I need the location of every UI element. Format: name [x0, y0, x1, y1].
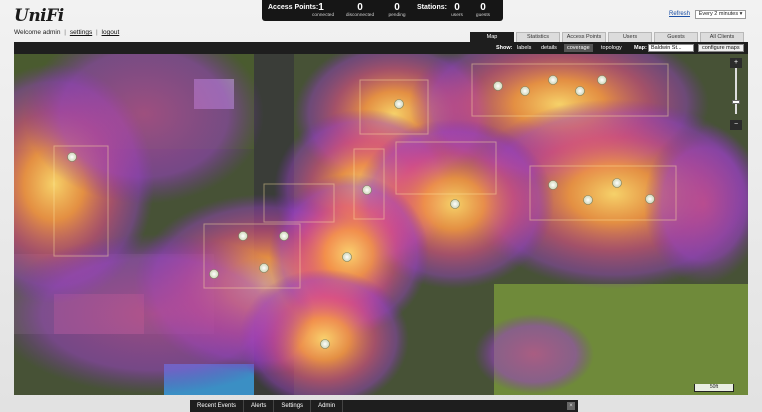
- connected-stat: 1 connected: [312, 2, 335, 19]
- users-stat: 0 users: [449, 2, 465, 19]
- guests-count: 0: [480, 2, 486, 13]
- stats-panel: Access Points: 1 connected 0 disconnecte…: [262, 0, 503, 21]
- disconnected-stat: 0 disconnected: [342, 2, 378, 19]
- zoom-control: + −: [730, 58, 742, 132]
- settings-link[interactable]: settings: [70, 29, 92, 36]
- users-label: users: [451, 13, 463, 18]
- show-label: Show:: [496, 45, 513, 51]
- stations-label: Stations:: [417, 4, 447, 11]
- access-point-marker[interactable]: [597, 75, 607, 85]
- tab-statistics[interactable]: Statistics: [516, 32, 560, 42]
- close-icon[interactable]: ×: [567, 402, 575, 410]
- access-point-marker[interactable]: [548, 75, 558, 85]
- refresh-interval-select[interactable]: Every 2 minutes ▾: [694, 10, 747, 19]
- map-label: Map:: [634, 45, 647, 51]
- access-point-marker[interactable]: [583, 195, 593, 205]
- main-tabs: Map Statistics Access Points Users Guest…: [470, 32, 746, 42]
- refresh-control: Refresh Every 2 minutes ▾: [669, 10, 747, 19]
- access-point-marker[interactable]: [493, 81, 503, 91]
- access-point-marker[interactable]: [342, 252, 352, 262]
- admin-button[interactable]: Admin: [311, 400, 344, 412]
- access-point-marker[interactable]: [238, 231, 248, 241]
- chevron-down-icon: ▾: [739, 11, 743, 17]
- unifi-logo: UniFi: [14, 6, 64, 26]
- settings-button[interactable]: Settings: [274, 400, 312, 412]
- access-point-marker[interactable]: [450, 199, 460, 209]
- users-count: 0: [454, 2, 460, 13]
- welcome-text: Welcome admin: [14, 29, 61, 36]
- separator: |: [64, 29, 66, 36]
- recent-events-button[interactable]: Recent Events: [190, 400, 245, 412]
- map-select[interactable]: Baldwin St...: [648, 44, 694, 52]
- zoom-in-button[interactable]: +: [730, 58, 742, 68]
- access-points-label: Access Points:: [268, 4, 319, 11]
- disconnected-label: disconnected: [345, 13, 375, 18]
- access-point-marker[interactable]: [279, 231, 289, 241]
- separator: |: [96, 29, 98, 36]
- zoom-slider-track[interactable]: [735, 68, 737, 114]
- connected-count: 1: [318, 2, 324, 13]
- access-point-marker[interactable]: [67, 152, 77, 162]
- access-point-marker[interactable]: [209, 269, 219, 279]
- coverage-map[interactable]: [14, 54, 748, 395]
- access-point-marker[interactable]: [394, 99, 404, 109]
- map-canvas: [14, 54, 748, 395]
- welcome-bar: Welcome admin | settings | logout: [14, 29, 119, 36]
- guests-label: guests: [475, 13, 491, 18]
- access-point-marker[interactable]: [320, 339, 330, 349]
- access-point-marker[interactable]: [362, 185, 372, 195]
- tab-map[interactable]: Map: [470, 32, 514, 42]
- refresh-interval-value: Every 2 minutes: [698, 11, 739, 17]
- tab-guests[interactable]: Guests: [654, 32, 698, 42]
- zoom-out-button[interactable]: −: [730, 120, 742, 130]
- access-point-marker[interactable]: [575, 86, 585, 96]
- tab-users[interactable]: Users: [608, 32, 652, 42]
- refresh-link[interactable]: Refresh: [669, 11, 690, 17]
- details-toggle[interactable]: details: [538, 44, 560, 52]
- access-point-marker[interactable]: [645, 194, 655, 204]
- map-scale: 50ft: [694, 384, 734, 392]
- zoom-slider-handle[interactable]: [732, 100, 740, 104]
- access-point-marker[interactable]: [259, 263, 269, 273]
- pending-count: 0: [394, 2, 400, 13]
- map-select-value: Baldwin St...: [651, 45, 682, 51]
- tab-access-points[interactable]: Access Points: [562, 32, 606, 42]
- topology-toggle[interactable]: topology: [598, 44, 625, 52]
- map-toolbar: Show: labels details coverage topology M…: [14, 42, 748, 54]
- pending-stat: 0 pending: [386, 2, 408, 19]
- tab-all-clients[interactable]: All Clients: [700, 32, 744, 42]
- disconnected-count: 0: [357, 2, 363, 13]
- access-point-marker[interactable]: [612, 178, 622, 188]
- access-point-marker[interactable]: [548, 180, 558, 190]
- labels-toggle[interactable]: labels: [514, 44, 534, 52]
- coverage-toggle[interactable]: coverage: [564, 44, 593, 52]
- access-point-marker[interactable]: [520, 86, 530, 96]
- guests-stat: 0 guests: [473, 2, 493, 19]
- alerts-button[interactable]: Alerts: [244, 400, 275, 412]
- logout-link[interactable]: logout: [102, 29, 120, 36]
- configure-maps-button[interactable]: configure maps: [698, 44, 744, 52]
- bottom-bar: Recent Events Alerts Settings Admin ×: [190, 400, 578, 412]
- connected-label: connected: [312, 13, 335, 18]
- pending-label: pending: [388, 13, 406, 18]
